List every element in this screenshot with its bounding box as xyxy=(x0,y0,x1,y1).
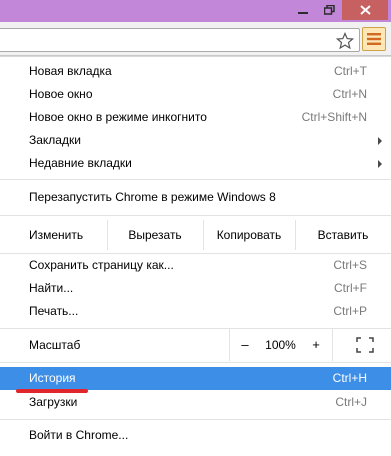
menu-item-label: Загрузки xyxy=(29,395,78,409)
menu-item-downloads[interactable]: Загрузки Ctrl+J xyxy=(0,391,391,414)
zoom-level: 100% xyxy=(265,338,296,352)
zoom-out-button[interactable]: – xyxy=(233,329,257,361)
menu-item-incognito[interactable]: Новое окно в режиме инкогнито Ctrl+Shift… xyxy=(0,106,391,129)
menu-item-label: Найти... xyxy=(29,281,74,295)
cut-button[interactable]: Вырезать xyxy=(107,220,203,250)
menu-item-shortcut: Ctrl+S xyxy=(333,258,367,272)
menu-item-label: История xyxy=(29,371,76,385)
restore-icon xyxy=(323,5,335,15)
chrome-window: Новая вкладка Ctrl+T Новое окно Ctrl+N Н… xyxy=(0,0,391,456)
menu-item-relaunch-windows8[interactable]: Перезапустить Chrome в режиме Windows 8 xyxy=(0,186,391,209)
menu-item-label: Недавние вкладки xyxy=(29,156,132,170)
star-icon xyxy=(336,32,354,50)
submenu-arrow-icon xyxy=(378,137,382,145)
menu-item-label: Новое окно в режиме инкогнито xyxy=(29,110,207,124)
menu-item-shortcut: Ctrl+F xyxy=(334,281,367,295)
copy-button[interactable]: Копировать xyxy=(203,220,295,250)
zoom-row: Масштаб – 100% + xyxy=(0,329,391,361)
submenu-arrow-icon xyxy=(378,160,382,168)
minimize-button[interactable] xyxy=(289,0,316,20)
menu-item-shortcut: Ctrl+J xyxy=(335,395,367,409)
menu-separator xyxy=(0,179,391,180)
toolbar xyxy=(0,22,391,56)
close-button[interactable] xyxy=(342,0,388,20)
menu-item-label: Войти в Chrome... xyxy=(29,428,129,442)
menu-item-new-window[interactable]: Новое окно Ctrl+N xyxy=(0,83,391,106)
fullscreen-button[interactable] xyxy=(338,329,391,361)
zoom-in-button[interactable]: + xyxy=(304,329,328,361)
edit-row: Изменить Вырезать Копировать Вставить xyxy=(0,220,391,250)
bookmark-star-button[interactable] xyxy=(335,31,355,51)
menu-separator xyxy=(0,215,391,216)
menu-item-label: Новое окно xyxy=(29,87,93,101)
restore-button[interactable] xyxy=(316,0,342,20)
menu-item-label: Новая вкладка xyxy=(29,64,112,78)
chrome-menu-button[interactable] xyxy=(362,27,386,51)
edit-label: Изменить xyxy=(29,228,84,242)
menu-item-shortcut: Ctrl+Shift+N xyxy=(301,110,367,124)
menu-item-history[interactable]: История Ctrl+H xyxy=(0,367,391,390)
zoom-divider xyxy=(332,329,333,361)
zoom-label: Масштаб xyxy=(29,338,81,352)
menu-item-label: Печать... xyxy=(29,304,79,318)
menu-item-label: Перезапустить Chrome в режиме Windows 8 xyxy=(29,190,276,204)
menu-item-signin[interactable]: Войти в Chrome... xyxy=(0,424,391,447)
paste-button[interactable]: Вставить xyxy=(295,220,391,250)
menu-item-print[interactable]: Печать... Ctrl+P xyxy=(0,300,391,323)
menu-item-label: Сохранить страницу как... xyxy=(29,258,174,272)
menu-item-bookmarks[interactable]: Закладки xyxy=(0,129,391,152)
menu-item-save-page[interactable]: Сохранить страницу как... Ctrl+S xyxy=(0,254,391,277)
menu-item-find[interactable]: Найти... Ctrl+F xyxy=(0,277,391,300)
menu-separator xyxy=(0,362,391,363)
menu-item-shortcut: Ctrl+N xyxy=(332,87,367,101)
close-icon xyxy=(359,5,371,15)
menu-item-new-tab[interactable]: Новая вкладка Ctrl+T xyxy=(0,60,391,83)
menu-item-recent-tabs[interactable]: Недавние вкладки xyxy=(0,152,391,175)
menu-item-label: Закладки xyxy=(29,133,81,147)
menu-item-shortcut: Ctrl+T xyxy=(334,64,367,78)
hamburger-menu-icon xyxy=(367,33,381,45)
menu-separator xyxy=(0,419,391,420)
address-bar[interactable] xyxy=(0,28,360,52)
title-bar xyxy=(0,0,391,22)
minimize-icon xyxy=(297,12,308,14)
menu-item-shortcut: Ctrl+P xyxy=(333,304,367,318)
menu-item-shortcut: Ctrl+H xyxy=(332,371,367,385)
chrome-menu: Новая вкладка Ctrl+T Новое окно Ctrl+N Н… xyxy=(0,56,391,456)
zoom-divider xyxy=(229,329,230,361)
fullscreen-icon xyxy=(355,337,374,353)
